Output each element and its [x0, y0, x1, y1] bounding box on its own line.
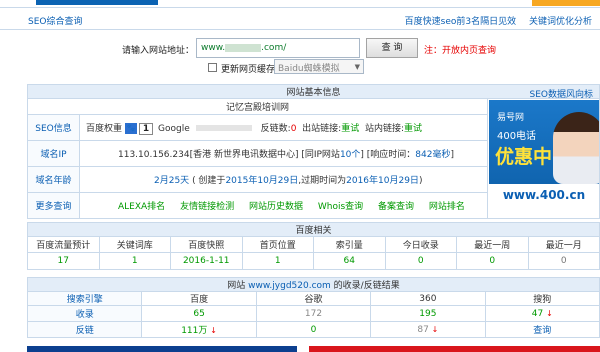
top-decoration	[0, 0, 600, 8]
baidu-weight-badge[interactable]: 1	[138, 122, 154, 135]
col-360: 360	[370, 291, 486, 306]
inclusion-site-link[interactable]: www.jygd520.com	[248, 281, 331, 291]
domain-age-value: 2月25天 ( 创建于2015年10月29日,过期时间为2016年10月29日)	[79, 166, 488, 193]
header-link-keyword-analysis[interactable]: 关键词优化分析	[529, 17, 592, 27]
snapshot-value[interactable]: 2016-1-11	[170, 252, 243, 270]
top-banner-orange	[532, 0, 600, 6]
domain-age-label: 域名年龄	[27, 166, 80, 193]
more-query-label: 更多查询	[27, 192, 80, 219]
col-homepage-position: 首页位置	[241, 236, 314, 253]
col-baidu: 百度	[141, 291, 257, 306]
col-search-engine: 搜索引擎	[26, 291, 143, 306]
inclusion-table: 网站 www.jygd520.com 的收录/反链结果 搜索引擎 百度 谷歌 3…	[26, 277, 600, 338]
col-last-week: 最近一周	[456, 236, 529, 253]
360-backlinks-cell: 87 ↓	[370, 321, 486, 338]
query-button[interactable]: 查 询	[366, 38, 418, 58]
query-form: 请输入网站地址： www. .com/ 查 询 注：开放内页查询 更新网页缓存 B…	[0, 30, 600, 78]
seo-info-value: 百度权重 🐾 1 Google 反链数:0 出站链接:重试 站内链接:重试	[79, 114, 488, 141]
col-google: 谷歌	[255, 291, 372, 306]
spider-select[interactable]: Baidu蜘蛛模拟 ▼	[274, 59, 364, 74]
redacted-google-value	[195, 125, 252, 131]
baidu-included-value[interactable]: 65	[141, 305, 257, 322]
ad-banner[interactable]: 易号网 400电话 优惠中 www.400.cn	[486, 98, 600, 219]
baidu-stats-title: 百度相关	[27, 222, 600, 237]
icp-record-link[interactable]: 备案查询	[378, 202, 414, 212]
traffic-estimate-value[interactable]: 17	[27, 252, 100, 270]
chevron-down-icon: ▼	[354, 63, 360, 71]
site-name: 记忆宫殿培训网	[27, 98, 488, 115]
basic-info-title: 网站基本信息	[286, 88, 341, 98]
domain-ip-value: 113.10.156.234[香港 新世界电讯数据中心] [同IP网站10个] …	[79, 140, 488, 167]
keyword-count-value[interactable]: 1	[98, 252, 171, 270]
query-note: 注：开放内页查询	[424, 46, 497, 56]
seo-home-link[interactable]: SEO综合查询	[28, 14, 82, 27]
col-sogou: 搜狗	[484, 291, 600, 306]
whois-link[interactable]: Whois查询	[318, 202, 363, 212]
seo-data-link[interactable]: SEO数据风向标	[530, 87, 593, 100]
same-ip-link[interactable]: 10个	[340, 150, 360, 160]
col-snapshot: 百度快照	[170, 236, 243, 253]
bottom-banners	[27, 344, 600, 352]
domain-ip-label: 域名IP	[27, 140, 80, 167]
col-traffic-estimate: 百度流量预计	[27, 236, 100, 253]
360-included-value[interactable]: 195	[370, 305, 486, 322]
seo-info-label: SEO信息	[27, 114, 80, 141]
url-input-label: 请输入网站地址：	[122, 46, 195, 56]
col-index-count: 索引量	[313, 236, 386, 253]
inclusion-title: 网站 www.jygd520.com 的收录/反链结果	[27, 277, 600, 292]
row-backlinks-label: 反链	[26, 321, 143, 338]
arrow-down-icon: ↓	[431, 324, 439, 334]
top-banner-blue	[36, 0, 158, 5]
baidu-backlinks-value[interactable]: 111万	[181, 326, 207, 336]
sogou-included-cell: 47 ↓	[484, 305, 600, 322]
index-count-value[interactable]: 64	[313, 252, 386, 270]
site-rank-link[interactable]: 网站排名	[429, 202, 465, 212]
bottom-banner-blue[interactable]	[27, 346, 297, 352]
homepage-position-value: 1	[241, 252, 314, 270]
title-bar: SEO综合查询 百度快速seo前3名隔日见效 关键词优化分析	[0, 8, 600, 30]
outlinks-retry-link[interactable]: 重试	[341, 124, 359, 134]
site-history-link[interactable]: 网站历史数据	[249, 202, 303, 212]
friend-link-check-link[interactable]: 友情链接检测	[180, 202, 234, 212]
row-included-label: 收录	[26, 305, 143, 322]
col-keyword-count: 关键词库	[98, 236, 171, 253]
url-input[interactable]: www. .com/	[196, 38, 360, 58]
today-included-value[interactable]: 0	[384, 252, 457, 270]
update-cache-checkbox[interactable]	[208, 63, 217, 72]
sogou-included-value[interactable]: 47	[532, 309, 543, 319]
baidu-stats-table: 百度相关 百度流量预计 关键词库 百度快照 首页位置 索引量 今日收录 最近一周…	[27, 222, 600, 270]
google-backlinks-value[interactable]: 0	[255, 321, 372, 338]
360-backlinks-value[interactable]: 87	[417, 325, 428, 335]
ad-person-image	[552, 112, 599, 184]
inlinks-retry-link[interactable]: 重试	[404, 124, 422, 134]
last-month-value[interactable]: 0	[527, 252, 600, 270]
redacted-domain	[225, 43, 262, 52]
google-included-value[interactable]: 172	[255, 305, 372, 322]
update-cache-label: 更新网页缓存	[221, 65, 276, 75]
col-today-included: 今日收录	[384, 236, 457, 253]
arrow-down-icon: ↓	[546, 308, 553, 318]
last-week-value[interactable]: 0	[456, 252, 529, 270]
header-link-seo-rank[interactable]: 百度快速seo前3名隔日见效	[405, 17, 516, 27]
sogou-backlinks-query-link[interactable]: 查询	[484, 321, 600, 338]
header-links: 百度快速seo前3名隔日见效 关键词优化分析	[395, 14, 592, 27]
arrow-down-icon: ↓	[210, 326, 217, 335]
baidu-paw-icon: 🐾	[124, 122, 137, 134]
more-query-links: ALEXA排名 友情链接检测 网站历史数据 Whois查询 备案查询 网站排名	[79, 192, 488, 219]
col-last-month: 最近一月	[527, 236, 600, 253]
alexa-rank-link[interactable]: ALEXA排名	[118, 202, 165, 212]
bottom-banner-red[interactable]	[309, 346, 600, 352]
basic-info-table: 网站基本信息 SEO数据风向标 记忆宫殿培训网 易号网 400电话 优惠中 ww…	[27, 84, 600, 219]
baidu-backlinks-cell: 111万 ↓	[141, 321, 257, 338]
